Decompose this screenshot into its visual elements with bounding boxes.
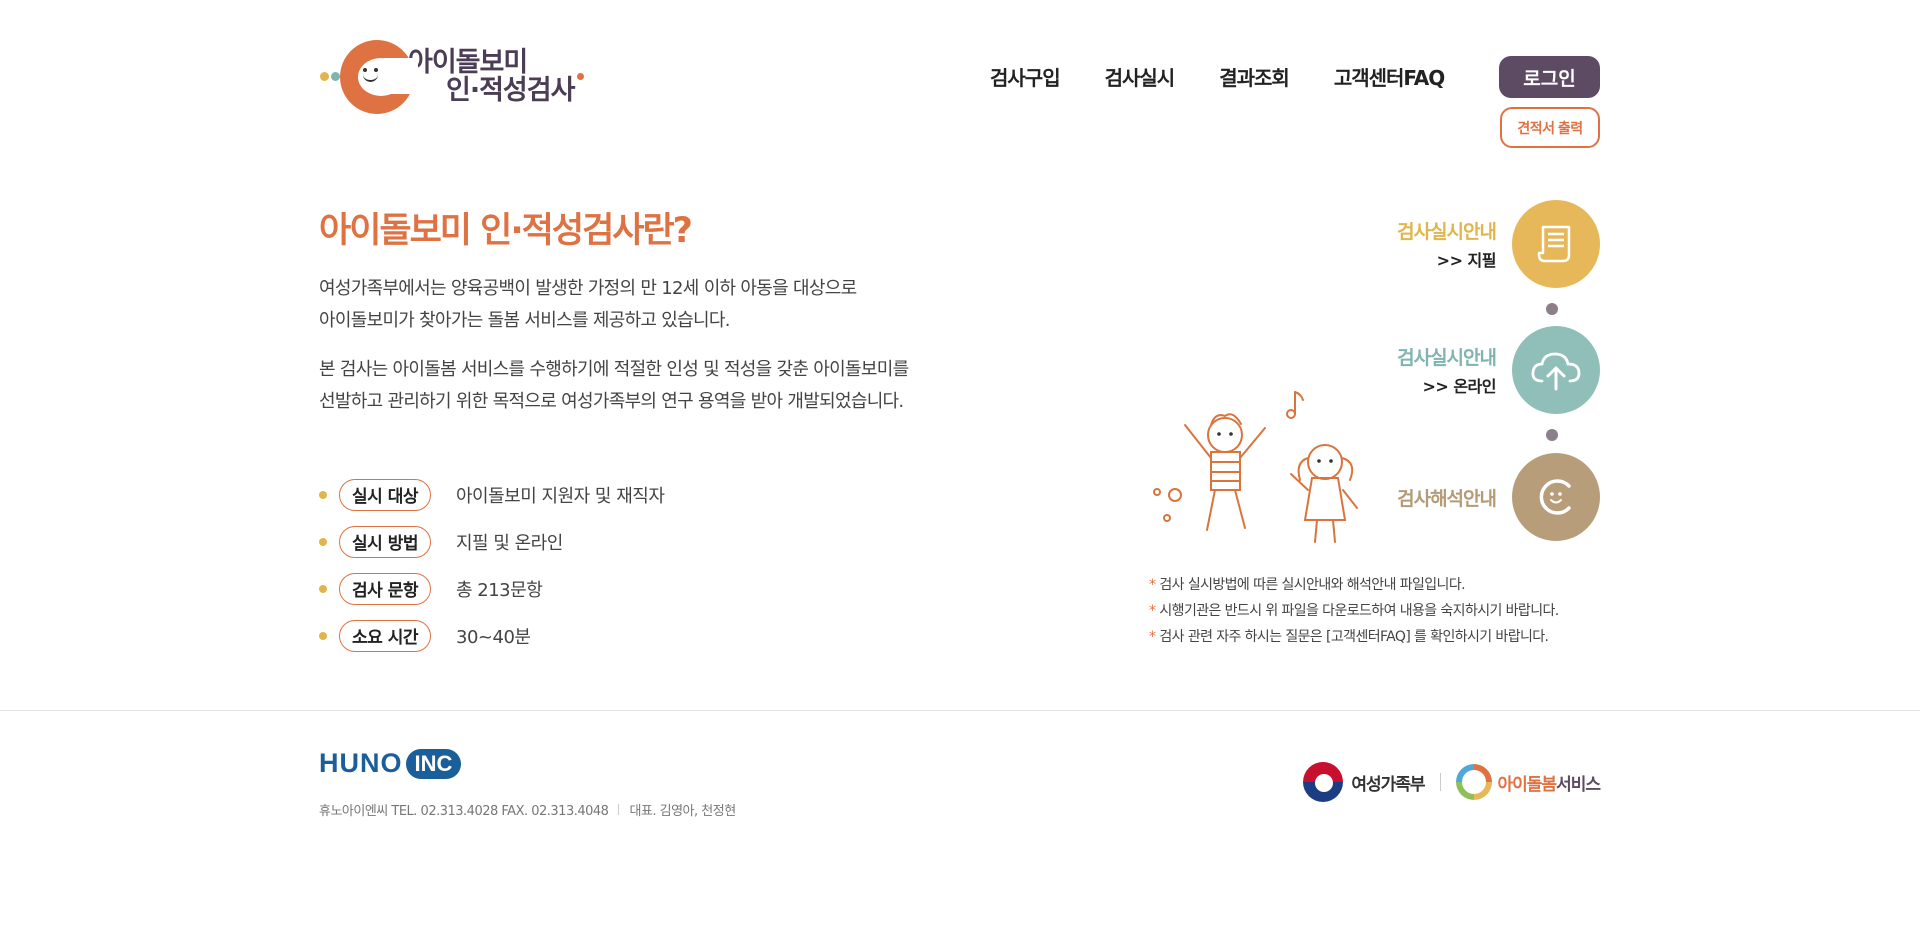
info-value: 아이돌보미 지원자 및 재직자 <box>456 485 665 507</box>
huno-logo: HUNO INC <box>319 748 462 779</box>
info-row-method: 실시 방법 지필 및 온라인 <box>319 518 664 565</box>
info-tag: 실시 대상 <box>339 478 431 511</box>
company-contact: 휴노아이엔씨 TEL. 02.313.4028 FAX. 02.313.4048 <box>319 804 609 819</box>
bullet-icon <box>319 490 327 499</box>
dolbom-ring-icon <box>1455 764 1492 800</box>
intro-p2-line1: 본 검사는 아이돌봄 서비스를 수행하기에 적절한 인성 및 적성을 갖춘 아이… <box>319 359 909 380</box>
intro-p1-line1: 여성가족부에서는 양육공백이 발생한 가정의 만 12세 이하 아동을 대상으로 <box>319 278 857 299</box>
dolbom-label-a: 아이돌봄 <box>1497 774 1558 795</box>
mogef-label: 여성가족부 <box>1351 774 1425 795</box>
header: 아이돌보미 인·적성검사 검사구입 검사실시 결과조회 고객센터FAQ 로그인 … <box>0 0 1920 160</box>
info-tag: 검사 문항 <box>339 572 431 605</box>
test-info-list: 실시 대상 아이돌보미 지원자 및 재직자 실시 방법 지필 및 온라인 검사 … <box>319 471 665 659</box>
nav-results[interactable]: 결과조회 <box>1219 62 1290 91</box>
dolbom-service-logo[interactable]: 아이돌봄 서비스 <box>1455 764 1601 800</box>
info-value: 지필 및 온라인 <box>456 532 563 554</box>
guide-title: 검사실시안내 <box>1397 221 1497 243</box>
intro-paragraph-1: 여성가족부에서는 양육공백이 발생한 가정의 만 12세 이하 아동을 대상으로… <box>319 273 857 337</box>
info-value: 총 213문항 <box>456 579 543 601</box>
guide-paper-test[interactable]: 검사실시안내 >> 지필 <box>1397 200 1600 288</box>
info-tag: 소요 시간 <box>339 619 431 652</box>
huno-text: HUNO <box>319 748 403 778</box>
bullet-icon <box>319 537 327 546</box>
guide-title: 검사해석안내 <box>1397 487 1497 510</box>
nav-faq[interactable]: 고객센터FAQ <box>1334 62 1445 91</box>
document-icon[interactable] <box>1512 200 1600 288</box>
intro-p1-line2: 아이돌보미가 찾아가는 돌봄 서비스를 제공하고 있습니다. <box>319 310 730 331</box>
info-tag: 실시 방법 <box>339 525 431 558</box>
guide-sub: >> 온라인 <box>1422 377 1496 396</box>
login-button[interactable]: 로그인 <box>1499 56 1600 98</box>
bullet-icon <box>319 631 327 640</box>
cloud-upload-icon[interactable] <box>1512 326 1600 414</box>
intro-paragraph-2: 본 검사는 아이돌봄 서비스를 수행하기에 적절한 인성 및 적성을 갖춘 아이… <box>319 354 909 418</box>
connector-dot <box>1546 429 1558 441</box>
notice-list: * 검사 실시방법에 따른 실시안내와 해석안내 파일입니다. * 시행기관은 반드… <box>1149 572 1559 650</box>
guide-sub: >> 지필 <box>1436 251 1497 270</box>
taeguk-icon <box>1303 762 1344 802</box>
kids-illustration-icon <box>1153 391 1358 543</box>
info-value: 30~40분 <box>456 626 531 648</box>
info-row-duration: 소요 시간 30~40분 <box>319 612 664 659</box>
logo-line2: 인·적성검사 <box>446 75 575 106</box>
main-nav: 검사구입 검사실시 결과조회 고객센터FAQ <box>990 62 1445 91</box>
nav-purchase[interactable]: 검사구입 <box>990 62 1061 91</box>
company-ceo: 대표. 김영아, 천정현 <box>629 804 736 819</box>
logo-line1: 아이돌보미 <box>408 46 528 78</box>
notice-item: * 시행기관은 반드시 위 파일을 다운로드하여 내용을 숙지하시기 바랍니다. <box>1149 603 1559 619</box>
nav-take-test[interactable]: 검사실시 <box>1105 62 1176 91</box>
notice-item: * 검사 실시방법에 따른 실시안내와 해석안내 파일입니다. <box>1149 577 1466 593</box>
logo-mark-icon <box>318 36 418 118</box>
notice-item: * 검사 관련 자주 하시는 질문은 [고객센터FAQ] 를 확인하시기 바랍니다… <box>1149 629 1549 645</box>
footer-divider <box>0 710 1920 711</box>
info-row-target: 실시 대상 아이돌보미 지원자 및 재직자 <box>319 471 665 518</box>
bullet-icon <box>319 584 327 593</box>
site-logo[interactable]: 아이돌보미 인·적성검사 <box>318 36 638 118</box>
info-row-questions: 검사 문항 총 213문항 <box>319 565 664 612</box>
guide-online-test[interactable]: 검사실시안내 >> 온라인 <box>1397 326 1600 414</box>
smile-c-icon[interactable] <box>1512 453 1600 541</box>
mogef-logo[interactable]: 여성가족부 <box>1303 762 1426 802</box>
guide-title: 검사실시안내 <box>1397 347 1497 369</box>
page-title: 아이돌보미 인·적성검사란? <box>319 211 693 251</box>
company-info: 휴노아이엔씨 TEL. 02.313.4028 FAX. 02.313.4048… <box>319 800 736 819</box>
intro-p2-line2: 선발하고 관리하기 위한 목적으로 여성가족부의 연구 용역을 받아 개발되었습… <box>319 391 904 412</box>
partner-logos: 여성가족부 아이돌봄 서비스 <box>1303 762 1601 802</box>
connector-dot <box>1546 303 1558 315</box>
inc-badge: INC <box>405 748 462 779</box>
dolbom-label-b: 서비스 <box>1556 774 1601 795</box>
guide-interpretation[interactable]: 검사해석안내 <box>1397 453 1600 541</box>
estimate-print-button[interactable]: 견적서 출력 <box>1500 107 1600 148</box>
